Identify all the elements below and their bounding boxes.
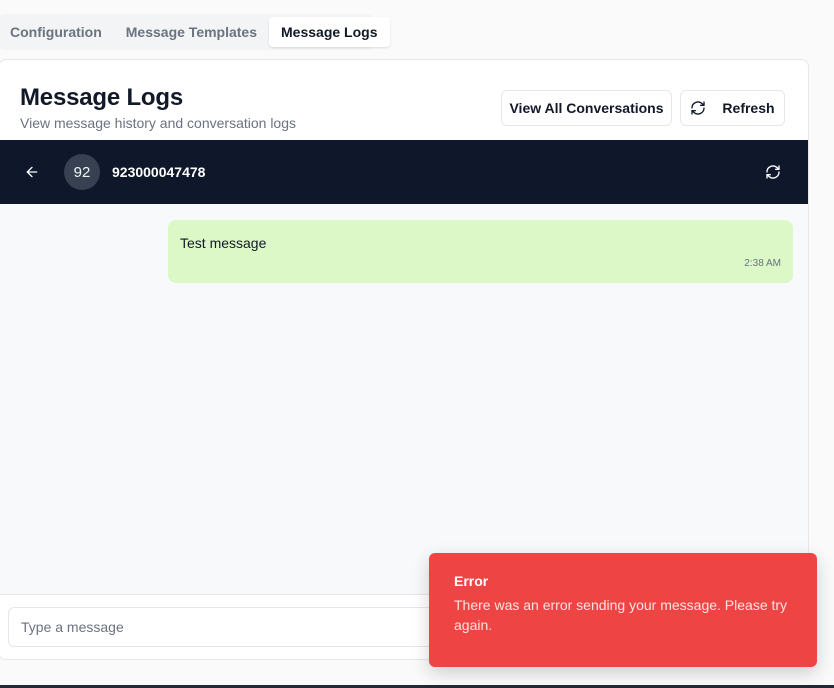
tab-message-templates[interactable]: Message Templates xyxy=(114,17,269,47)
error-toast[interactable]: Error There was an error sending your me… xyxy=(429,553,817,667)
toast-description: There was an error sending your message.… xyxy=(454,597,788,633)
refresh-icon[interactable] xyxy=(765,164,781,180)
view-all-conversations-button[interactable]: View All Conversations xyxy=(501,90,672,126)
tab-message-logs[interactable]: Message Logs xyxy=(269,17,390,47)
contact-number: 923000047478 xyxy=(112,164,206,180)
page-subtitle: View message history and conversation lo… xyxy=(20,115,297,131)
arrow-left-icon[interactable] xyxy=(24,164,40,180)
message-bubble-outgoing: Test message 2:38 AM xyxy=(168,220,793,283)
toast-title: Error xyxy=(454,573,489,589)
tab-bar: Configuration Message Templates Message … xyxy=(0,14,390,50)
refresh-button[interactable]: Refresh xyxy=(680,90,785,126)
message-list: Test message 2:38 AM xyxy=(0,204,808,594)
chat-header: 92 923000047478 xyxy=(0,140,808,204)
refresh-label: Refresh xyxy=(722,100,775,116)
message-time: 2:38 AM xyxy=(744,258,781,269)
view-all-conversations-label: View All Conversations xyxy=(509,100,664,116)
message-text: Test message xyxy=(180,235,267,251)
refresh-icon xyxy=(691,101,706,115)
tab-configuration[interactable]: Configuration xyxy=(0,17,114,47)
avatar: 92 xyxy=(64,154,100,190)
page-title: Message Logs xyxy=(20,84,183,111)
